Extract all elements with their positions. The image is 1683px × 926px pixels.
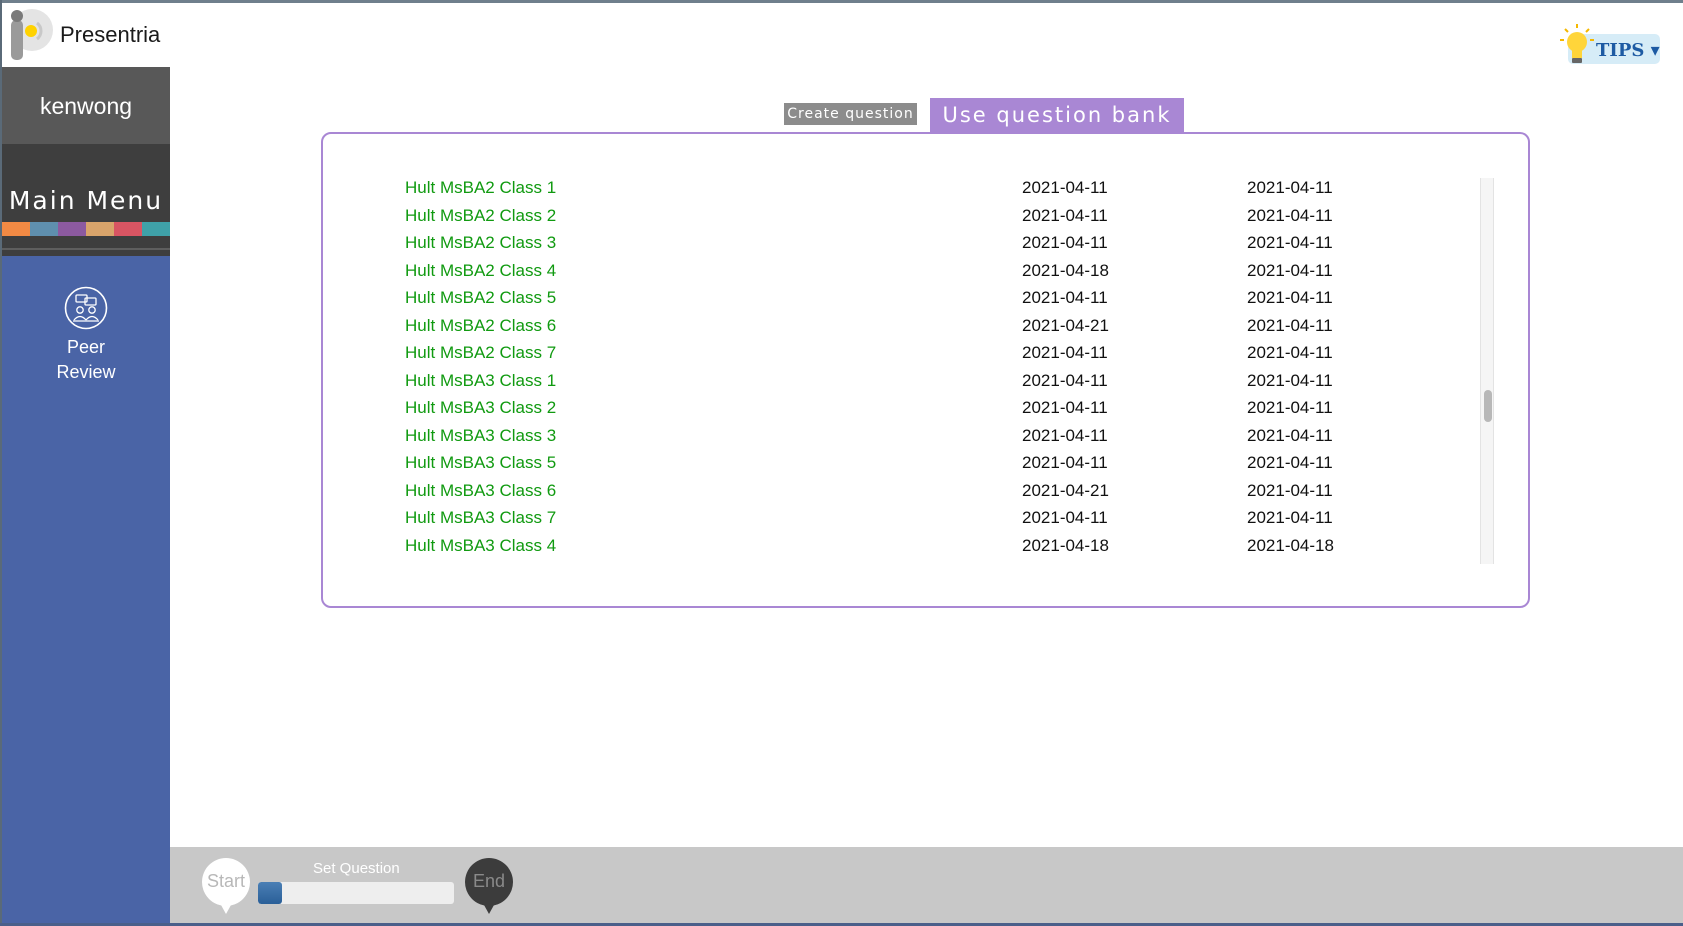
- question-set-name[interactable]: Hult MsBA3 Class 7: [405, 508, 556, 528]
- color-swatch: [2, 222, 30, 236]
- date-cell: 2021-04-18: [1247, 535, 1334, 555]
- date-cell: 2021-04-21: [1022, 315, 1109, 335]
- date-cell: 2021-04-11: [1247, 178, 1333, 197]
- start-marker: Start: [202, 858, 250, 916]
- question-set-name[interactable]: Hult MsBA2 Class 4: [405, 261, 556, 281]
- progress-fill: [258, 882, 282, 904]
- color-swatch: [30, 222, 58, 236]
- window-top-border: [0, 0, 1683, 3]
- question-bank-row[interactable]: Hult MsBA3 Class 7 2021-04-11 2021-04-11: [405, 508, 1405, 536]
- date-cell: 2021-04-11: [1022, 398, 1108, 417]
- question-bank-row[interactable]: Hult MsBA3 Class 4 2021-04-18 2021-04-18: [405, 536, 1405, 564]
- date-cell: 2021-04-11: [1022, 288, 1108, 307]
- question-set-name[interactable]: Hult MsBA3 Class 3: [405, 426, 556, 446]
- question-set-name[interactable]: Hult MsBA2 Class 1: [405, 178, 556, 198]
- date-cell: 2021-04-21: [1022, 480, 1109, 500]
- question-set-name[interactable]: Hult MsBA2 Class 7: [405, 343, 556, 363]
- tab-use-question-bank[interactable]: Use question bank: [930, 98, 1184, 132]
- date-cell: 2021-04-11: [1247, 453, 1333, 472]
- question-set-name[interactable]: Hult MsBA2 Class 6: [405, 316, 556, 336]
- username: kenwong: [39, 93, 133, 119]
- date-cell: 2021-04-11: [1247, 315, 1333, 335]
- question-bank-row[interactable]: Hult MsBA3 Class 6 2021-04-21 2021-04-11: [405, 481, 1405, 509]
- color-swatch: [114, 222, 142, 236]
- label-line: Review: [56, 362, 116, 382]
- main-menu-button[interactable]: Main Menu: [2, 144, 170, 256]
- question-bank-row[interactable]: Hult MsBA2 Class 6 2021-04-21 2021-04-11: [405, 316, 1405, 344]
- date-cell: 2021-04-11: [1022, 205, 1108, 225]
- peer-review-icon: [64, 286, 108, 330]
- question-set-name[interactable]: Hult MsBA3 Class 1: [405, 371, 556, 391]
- presentria-logo: [6, 8, 54, 62]
- progress-bar: [258, 882, 454, 904]
- date-cell: 2021-04-11: [1247, 480, 1333, 500]
- user-panel: kenwong: [2, 67, 170, 144]
- date-cell: 2021-04-11: [1022, 233, 1108, 252]
- date-cell: 2021-04-11: [1247, 425, 1333, 445]
- question-bank-row[interactable]: Hult MsBA3 Class 5 2021-04-11 2021-04-11: [405, 453, 1405, 481]
- color-swatch: [142, 222, 170, 236]
- color-swatch: [86, 222, 114, 236]
- question-set-name[interactable]: Hult MsBA2 Class 3: [405, 233, 556, 253]
- scrollbar-thumb[interactable]: [1484, 390, 1492, 422]
- question-bank-row[interactable]: Hult MsBA3 Class 3 2021-04-11 2021-04-11: [405, 426, 1405, 454]
- question-bank-row[interactable]: Hult MsBA2 Class 2 2021-04-11 2021-04-11: [405, 206, 1405, 234]
- sidebar-item-label: Peer Review: [2, 335, 170, 385]
- date-cell: 2021-04-11: [1022, 370, 1108, 390]
- question-bank-row[interactable]: Hult MsBA3 Class 2 2021-04-11 2021-04-11: [405, 398, 1405, 426]
- label-line: Peer: [66, 337, 106, 357]
- start-label: Start: [206, 871, 245, 891]
- main-menu-label: Main Menu: [8, 186, 164, 215]
- date-cell: 2021-04-11: [1247, 233, 1333, 252]
- lightbulb-icon: [1556, 22, 1596, 68]
- date-cell: 2021-04-11: [1247, 398, 1333, 417]
- question-bank-panel: Hult MsBA2 Class 1 2021-04-11 2021-04-11 Hu…: [321, 132, 1530, 608]
- question-set-name[interactable]: Hult MsBA3 Class 4: [405, 536, 556, 556]
- end-label: End: [472, 871, 506, 891]
- date-cell: 2021-04-18: [1022, 535, 1109, 555]
- question-bank-row[interactable]: Hult MsBA2 Class 4 2021-04-18 2021-04-11: [405, 261, 1405, 289]
- question-bank-list: Hult MsBA2 Class 1 2021-04-11 2021-04-11 Hu…: [405, 178, 1405, 563]
- question-set-name[interactable]: Hult MsBA2 Class 5: [405, 288, 556, 308]
- date-cell: 2021-04-18: [1022, 260, 1109, 280]
- question-set-name[interactable]: Hult MsBA3 Class 2: [405, 398, 556, 418]
- brand-name: Presentria: [60, 22, 161, 47]
- question-set-name[interactable]: Hult MsBA3 Class 5: [405, 453, 556, 473]
- scrollbar[interactable]: [1480, 178, 1494, 564]
- tips-button[interactable]: TIPS ▾: [1556, 22, 1660, 68]
- date-cell: 2021-04-11: [1022, 178, 1108, 197]
- question-bank-row[interactable]: Hult MsBA2 Class 3 2021-04-11 2021-04-11: [405, 233, 1405, 261]
- date-cell: 2021-04-11: [1247, 205, 1333, 225]
- step-label: Set Question: [313, 860, 400, 877]
- date-cell: 2021-04-11: [1022, 343, 1108, 362]
- date-cell: 2021-04-11: [1022, 508, 1108, 527]
- question-set-name[interactable]: Hult MsBA3 Class 6: [405, 481, 556, 501]
- question-bank-row[interactable]: Hult MsBA2 Class 1 2021-04-11 2021-04-11: [405, 178, 1405, 206]
- progress-footer: Start Set Question End: [170, 847, 1683, 923]
- date-cell: 2021-04-11: [1022, 453, 1108, 472]
- date-cell: 2021-04-11: [1022, 425, 1108, 445]
- date-cell: 2021-04-11: [1247, 343, 1333, 362]
- question-set-name[interactable]: Hult MsBA2 Class 2: [405, 206, 556, 226]
- question-bank-row[interactable]: Hult MsBA3 Class 1 2021-04-11 2021-04-11: [405, 371, 1405, 399]
- date-cell: 2021-04-11: [1247, 370, 1333, 390]
- color-swatch: [58, 222, 86, 236]
- menu-divider: [2, 248, 170, 250]
- end-marker: End: [465, 858, 513, 916]
- menu-color-strip: [2, 222, 170, 236]
- tab-create-question[interactable]: Create question: [784, 103, 917, 125]
- question-bank-row[interactable]: Hult MsBA2 Class 5 2021-04-11 2021-04-11: [405, 288, 1405, 316]
- date-cell: 2021-04-11: [1247, 288, 1333, 307]
- question-bank-row[interactable]: Hult MsBA2 Class 7 2021-04-11 2021-04-11: [405, 343, 1405, 371]
- sidebar-item-peer-review[interactable]: Peer Review: [2, 283, 170, 383]
- tips-label: TIPS ▾: [1596, 40, 1660, 61]
- date-cell: 2021-04-11: [1247, 260, 1333, 280]
- date-cell: 2021-04-11: [1247, 508, 1333, 527]
